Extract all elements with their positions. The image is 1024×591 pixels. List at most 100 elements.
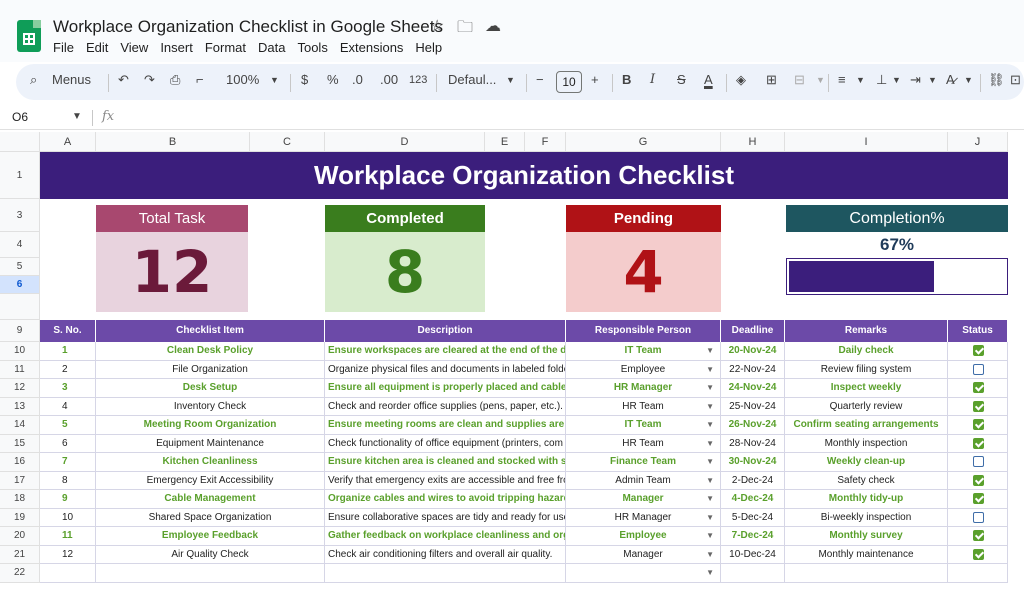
menu-tools[interactable]: Tools — [297, 40, 327, 55]
undo-icon[interactable]: ↶ — [118, 72, 129, 88]
task-item[interactable]: Employee Feedback — [96, 527, 325, 545]
vertical-align-icon[interactable]: ⊥ — [876, 72, 887, 88]
task-remarks[interactable]: Monthly tidy-up — [785, 490, 948, 508]
task-remarks[interactable]: Inspect weekly — [785, 379, 948, 397]
task-description[interactable]: Check air conditioning filters and overa… — [325, 545, 566, 564]
dropdown-arrow-icon[interactable]: ▼ — [706, 398, 714, 416]
task-deadline[interactable]: 7-Dec-24 — [721, 527, 785, 545]
row-header[interactable]: 3 — [0, 199, 40, 232]
name-box[interactable]: O6 — [12, 110, 28, 124]
row-header-spacer[interactable] — [0, 294, 40, 320]
dropdown-arrow-icon[interactable]: ▼ — [706, 546, 714, 564]
zoom-dropdown-icon[interactable]: ▼ — [270, 75, 279, 85]
column-header-f[interactable]: F — [525, 132, 566, 152]
task-responsible-dropdown[interactable]: Admin Team ▼ — [566, 471, 721, 490]
header-deadline[interactable]: Deadline — [721, 320, 785, 342]
task-deadline[interactable]: 26-Nov-24 — [721, 416, 785, 434]
dropdown-arrow-icon[interactable]: ▼ — [706, 453, 714, 471]
empty-cell[interactable] — [40, 564, 96, 582]
dropdown-arrow-icon[interactable]: ▼ — [706, 379, 714, 397]
dropdown-arrow-icon[interactable]: ▼ — [706, 416, 714, 434]
status-checkbox[interactable] — [973, 530, 984, 541]
menu-extensions[interactable]: Extensions — [340, 40, 404, 55]
column-header-i[interactable]: I — [785, 132, 948, 152]
font-select[interactable]: Defaul... — [448, 72, 496, 87]
task-remarks[interactable]: Confirm seating arrangements — [785, 416, 948, 434]
bold-button[interactable]: B — [622, 72, 631, 87]
name-box-dropdown-icon[interactable]: ▼ — [72, 111, 82, 122]
column-header-j[interactable]: J — [948, 132, 1008, 152]
task-responsible-dropdown[interactable]: Manager ▼ — [566, 545, 721, 564]
header-status[interactable]: Status — [948, 320, 1008, 342]
row-header[interactable]: 15 — [0, 434, 40, 453]
task-description[interactable]: Organize physical files and documents in… — [325, 360, 566, 379]
task-description[interactable]: Check and reorder office supplies (pens,… — [325, 397, 566, 416]
column-header-e[interactable]: E — [485, 132, 525, 152]
column-header-h[interactable]: H — [721, 132, 785, 152]
task-sno[interactable]: 12 — [40, 545, 96, 564]
row-header[interactable]: 5 — [0, 258, 40, 276]
task-remarks[interactable]: Monthly inspection — [785, 434, 948, 453]
empty-cell[interactable] — [325, 564, 566, 582]
menu-help[interactable]: Help — [415, 40, 442, 55]
status-checkbox[interactable] — [973, 511, 984, 523]
task-deadline[interactable]: 2-Dec-24 — [721, 471, 785, 490]
task-sno[interactable]: 1 — [40, 342, 96, 360]
task-remarks[interactable]: Safety check — [785, 471, 948, 490]
task-deadline[interactable]: 5-Dec-24 — [721, 508, 785, 527]
header-responsible-person[interactable]: Responsible Person — [566, 320, 721, 342]
halign-dropdown-icon[interactable]: ▼ — [856, 75, 865, 85]
task-remarks[interactable]: Monthly survey — [785, 527, 948, 545]
task-sno[interactable]: 4 — [40, 397, 96, 416]
task-sno[interactable]: 9 — [40, 490, 96, 508]
dropdown-arrow-icon[interactable]: ▼ — [706, 342, 714, 360]
task-sno[interactable]: 3 — [40, 379, 96, 397]
status-checkbox[interactable] — [973, 345, 984, 356]
fill-color-icon[interactable]: ◈ — [736, 72, 746, 88]
status-checkbox[interactable] — [973, 437, 984, 449]
task-remarks[interactable]: Weekly clean-up — [785, 453, 948, 471]
task-item[interactable]: Desk Setup — [96, 379, 325, 397]
column-header-d[interactable]: D — [325, 132, 485, 152]
status-checkbox[interactable] — [973, 548, 984, 560]
row-header[interactable]: 4 — [0, 232, 40, 258]
row-header[interactable]: 12 — [0, 379, 40, 398]
task-sno[interactable]: 10 — [40, 508, 96, 527]
row-header[interactable]: 14 — [0, 416, 40, 435]
dropdown-arrow-icon[interactable]: ▼ — [706, 361, 714, 379]
task-deadline[interactable]: 30-Nov-24 — [721, 453, 785, 471]
header-description[interactable]: Description — [325, 320, 566, 342]
task-description[interactable]: Check functionality of office equipment … — [325, 434, 566, 453]
row-header[interactable]: 19 — [0, 508, 40, 527]
task-deadline[interactable]: 25-Nov-24 — [721, 397, 785, 416]
status-checkbox[interactable] — [973, 363, 984, 375]
insert-link-icon[interactable]: ⛓ — [988, 72, 1005, 88]
column-header-b[interactable]: B — [96, 132, 250, 152]
task-description[interactable]: Ensure meeting rooms are clean and suppl… — [325, 416, 566, 434]
empty-responsible-dropdown[interactable]: ▼ — [566, 564, 721, 582]
task-remarks[interactable]: Daily check — [785, 342, 948, 360]
task-sno[interactable]: 11 — [40, 527, 96, 545]
currency-format-button[interactable]: $ — [301, 72, 308, 87]
row-header[interactable]: 17 — [0, 471, 40, 490]
task-item[interactable]: Shared Space Organization — [96, 508, 325, 527]
task-description[interactable]: Ensure workspaces are cleared at the end… — [325, 342, 566, 360]
task-item[interactable]: Air Quality Check — [96, 545, 325, 564]
empty-cell[interactable] — [948, 564, 1008, 582]
search-menus-button[interactable]: Menus — [52, 72, 91, 87]
empty-cell[interactable] — [785, 564, 948, 582]
task-responsible-dropdown[interactable]: Manager ▼ — [566, 490, 721, 508]
strikethrough-button[interactable]: S — [677, 72, 686, 87]
menu-data[interactable]: Data — [258, 40, 285, 55]
italic-button[interactable]: I — [650, 72, 655, 87]
status-checkbox[interactable] — [973, 382, 984, 393]
menu-insert[interactable]: Insert — [160, 40, 193, 55]
task-responsible-dropdown[interactable]: IT Team ▼ — [566, 416, 721, 434]
menu-format[interactable]: Format — [205, 40, 246, 55]
task-deadline[interactable]: 20-Nov-24 — [721, 342, 785, 360]
task-responsible-dropdown[interactable]: HR Manager ▼ — [566, 379, 721, 397]
search-icon[interactable]: ⌕ — [30, 72, 37, 88]
rotation-dropdown-icon[interactable]: ▼ — [964, 75, 973, 85]
task-item[interactable]: Inventory Check — [96, 397, 325, 416]
task-remarks[interactable]: Monthly maintenance — [785, 545, 948, 564]
